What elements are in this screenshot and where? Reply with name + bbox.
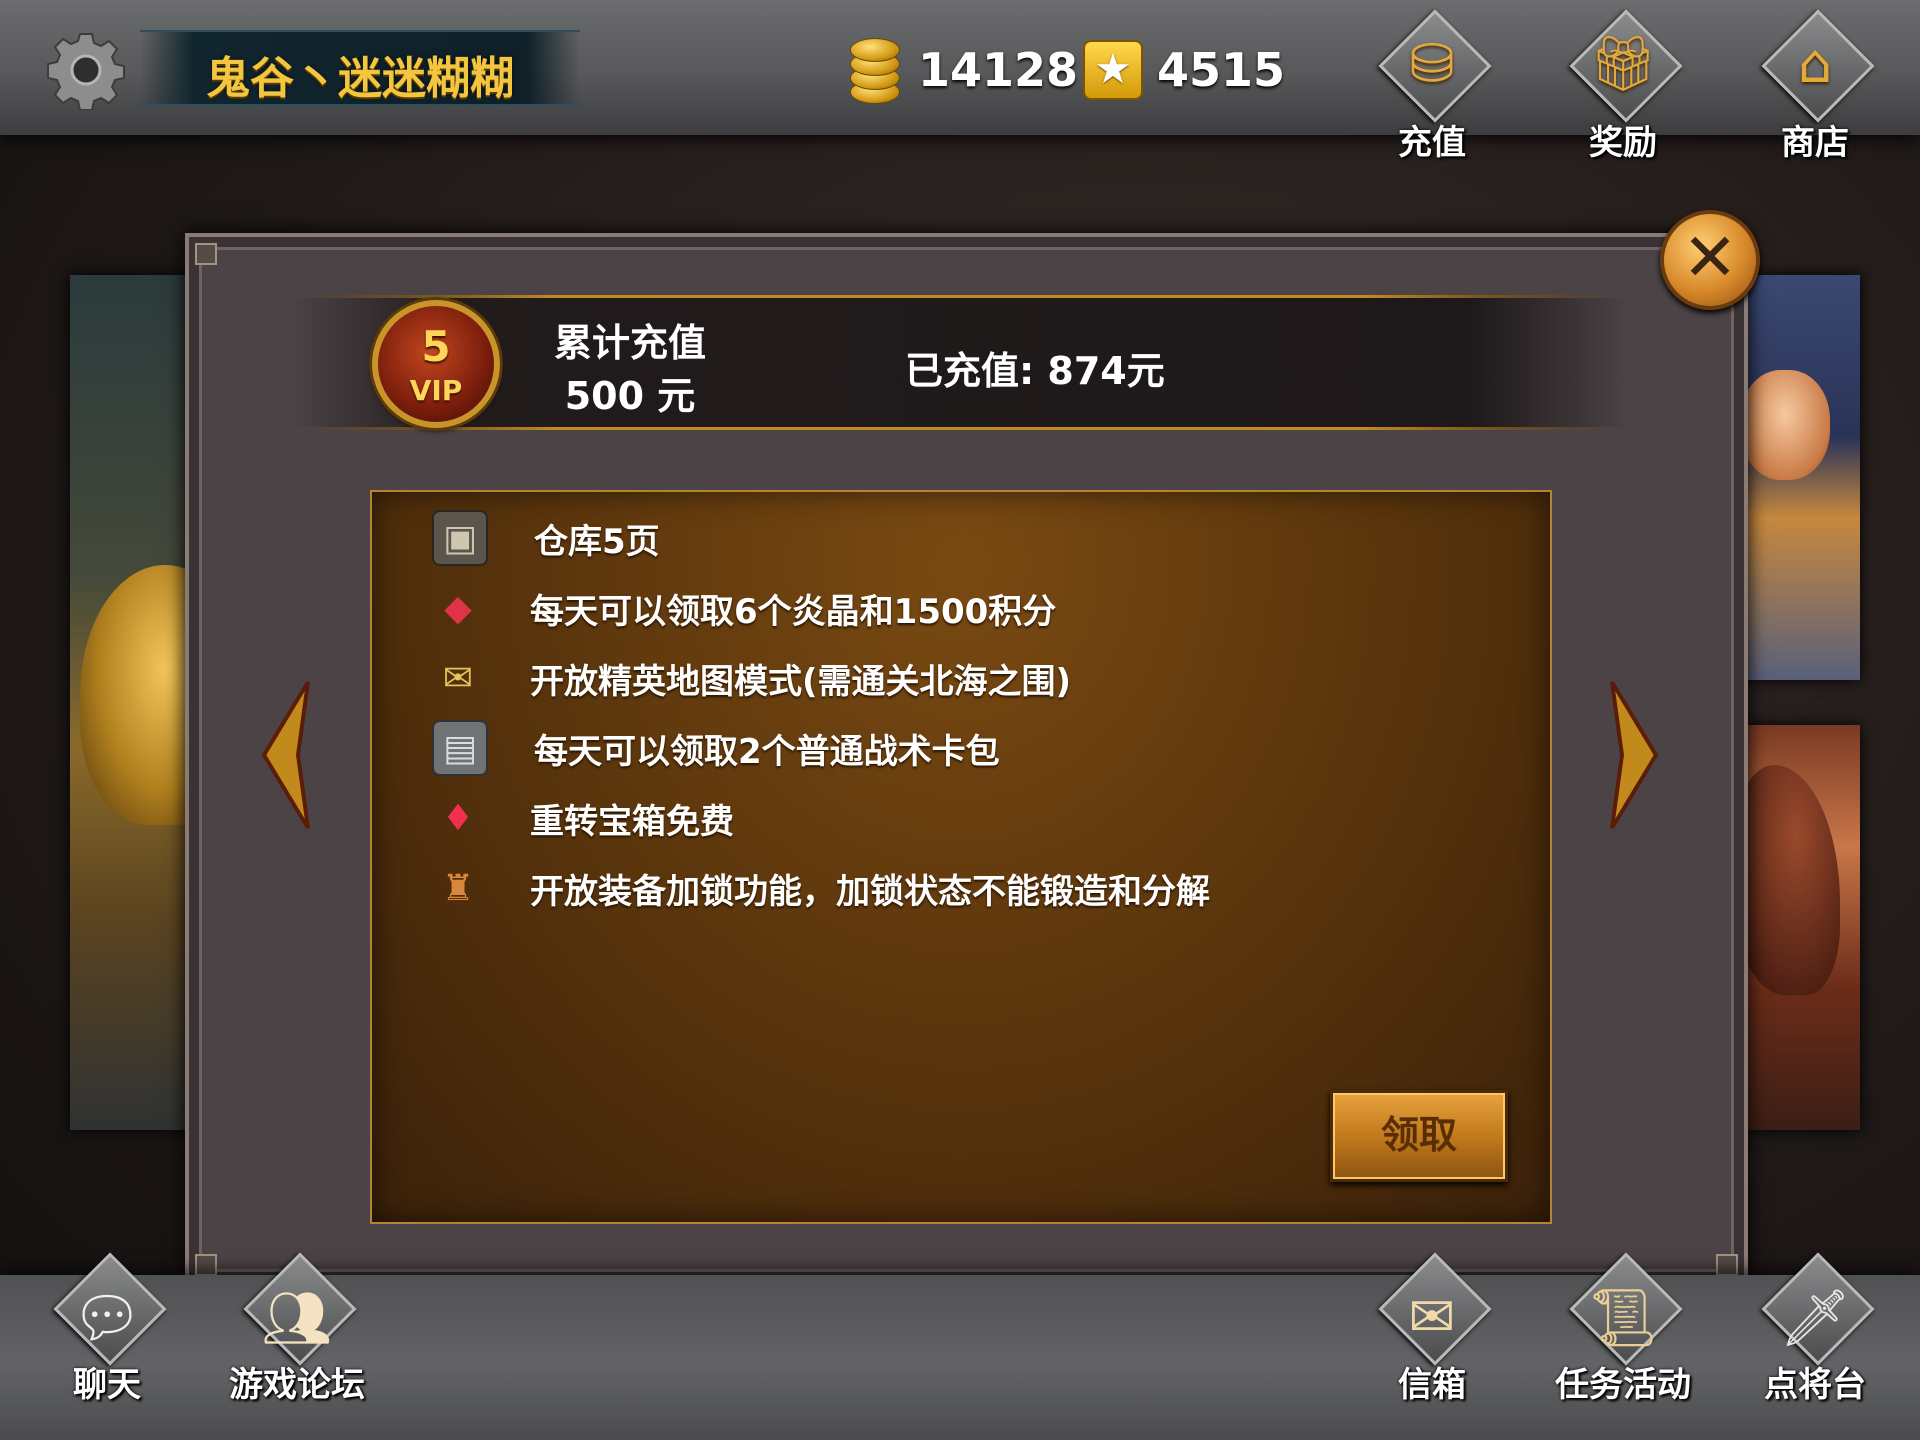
chest-icon: ▣ bbox=[432, 510, 488, 566]
list-item: ✉ 开放精英地图模式(需通关北海之围) bbox=[432, 650, 1071, 706]
star-icon: ★ bbox=[1083, 40, 1143, 100]
benefit-text: 每天可以领取6个炎晶和1500积分 bbox=[530, 591, 1057, 632]
golden-armor-art bbox=[80, 565, 200, 825]
benefit-text: 开放装备加锁功能，加锁状态不能锻造和分解 bbox=[530, 871, 1210, 912]
shop-label: 商店 bbox=[1781, 123, 1849, 163]
quest-scroll-icon: 📜︎ bbox=[1587, 1286, 1659, 1351]
star-amount: 4515 bbox=[1157, 43, 1286, 97]
vip-level: 5 bbox=[421, 322, 451, 371]
mailbox-button[interactable]: ✉ 信箱 bbox=[1352, 1245, 1512, 1415]
coin-basket-icon: ⛁ bbox=[1409, 32, 1455, 95]
claim-button[interactable]: 领取 bbox=[1330, 1090, 1508, 1182]
recharge-button[interactable]: ⛁ 充值 bbox=[1357, 9, 1507, 163]
list-item: ♜ 开放装备加锁功能，加锁状态不能锻造和分解 bbox=[432, 860, 1210, 916]
tactics-card-icon: ▤ bbox=[432, 720, 488, 776]
next-arrow-icon[interactable] bbox=[1602, 680, 1662, 830]
quest-activity-button[interactable]: 📜︎ 任务活动 bbox=[1543, 1245, 1703, 1415]
list-item: ▤ 每天可以领取2个普通战术卡包 bbox=[432, 720, 1000, 776]
player-name-plate: 鬼谷丶迷迷糊糊 bbox=[140, 30, 580, 106]
star-display: ★ 4515 bbox=[1083, 30, 1285, 110]
warhorse-art bbox=[1740, 765, 1840, 995]
reward-label: 奖励 bbox=[1589, 123, 1657, 163]
gold-amount: 14128 bbox=[918, 43, 1079, 97]
vip-badge: 5 VIP bbox=[372, 300, 500, 428]
general-platform-button[interactable]: 🗡︎ 点将台 bbox=[1735, 1245, 1895, 1415]
gold-display: 14128 bbox=[848, 30, 1078, 110]
frame-corner bbox=[195, 1254, 217, 1276]
right-hero-card-bottom[interactable] bbox=[1740, 725, 1860, 1130]
close-button[interactable]: ✕ bbox=[1660, 210, 1760, 310]
chat-bubble-icon: 💬︎ bbox=[71, 1286, 143, 1351]
red-crystal-icon: ◆ bbox=[444, 587, 472, 629]
gift-box-icon: 🎁︎ bbox=[1588, 32, 1658, 95]
forum-button[interactable]: 👥︎ 游戏论坛 bbox=[217, 1245, 377, 1415]
forum-users-icon: 👥︎ bbox=[261, 1286, 333, 1351]
mailbox-label: 信箱 bbox=[1398, 1365, 1466, 1405]
player-name: 鬼谷丶迷迷糊糊 bbox=[206, 53, 514, 104]
benefit-text: 开放精英地图模式(需通关北海之围) bbox=[530, 661, 1072, 702]
gem-lock-icon: ♦ bbox=[441, 797, 475, 839]
recharge-label: 充值 bbox=[1398, 123, 1466, 163]
quest-activity-label: 任务活动 bbox=[1555, 1365, 1691, 1405]
general-platform-label: 点将台 bbox=[1764, 1365, 1866, 1405]
list-item: ▣ 仓库5页 bbox=[432, 510, 660, 566]
left-hero-card[interactable] bbox=[70, 275, 200, 1130]
envelope-icon: ✉ bbox=[1408, 1285, 1456, 1350]
list-item: ◆ 每天可以领取6个炎晶和1500积分 bbox=[432, 580, 1056, 636]
shop-button[interactable]: ⌂ 商店 bbox=[1740, 9, 1890, 163]
heroine-art bbox=[1740, 370, 1830, 480]
cumulative-recharge-amount: 500 元 bbox=[564, 374, 696, 418]
right-hero-card-top[interactable] bbox=[1740, 275, 1860, 680]
benefit-text: 仓库5页 bbox=[534, 521, 660, 562]
chat-button[interactable]: 💬︎ 聊天 bbox=[27, 1245, 187, 1415]
general-sword-icon: 🗡︎ bbox=[1779, 1286, 1851, 1351]
armor-lock-icon: ♜ bbox=[441, 867, 475, 909]
forum-label: 游戏论坛 bbox=[229, 1365, 365, 1405]
benefit-text: 重转宝箱免费 bbox=[530, 801, 734, 842]
settings-gear-icon[interactable] bbox=[46, 30, 126, 110]
gold-coins-icon bbox=[848, 32, 904, 108]
vip-badge-text: VIP bbox=[409, 374, 463, 407]
benefit-text: 每天可以领取2个普通战术卡包 bbox=[534, 731, 1000, 772]
frame-corner bbox=[195, 243, 217, 265]
close-icon: ✕ bbox=[1682, 219, 1738, 296]
scroll-map-icon: ✉ bbox=[442, 657, 474, 699]
chat-label: 聊天 bbox=[73, 1365, 141, 1405]
cumulative-recharge-label: 累计充值 bbox=[553, 321, 706, 365]
recharged-amount: 已充值: 874元 bbox=[905, 349, 1165, 393]
pavilion-shop-icon: ⌂ bbox=[1797, 32, 1833, 95]
previous-arrow-icon[interactable] bbox=[258, 680, 318, 830]
list-item: ♦ 重转宝箱免费 bbox=[432, 790, 734, 846]
reward-button[interactable]: 🎁︎ 奖励 bbox=[1548, 9, 1698, 163]
